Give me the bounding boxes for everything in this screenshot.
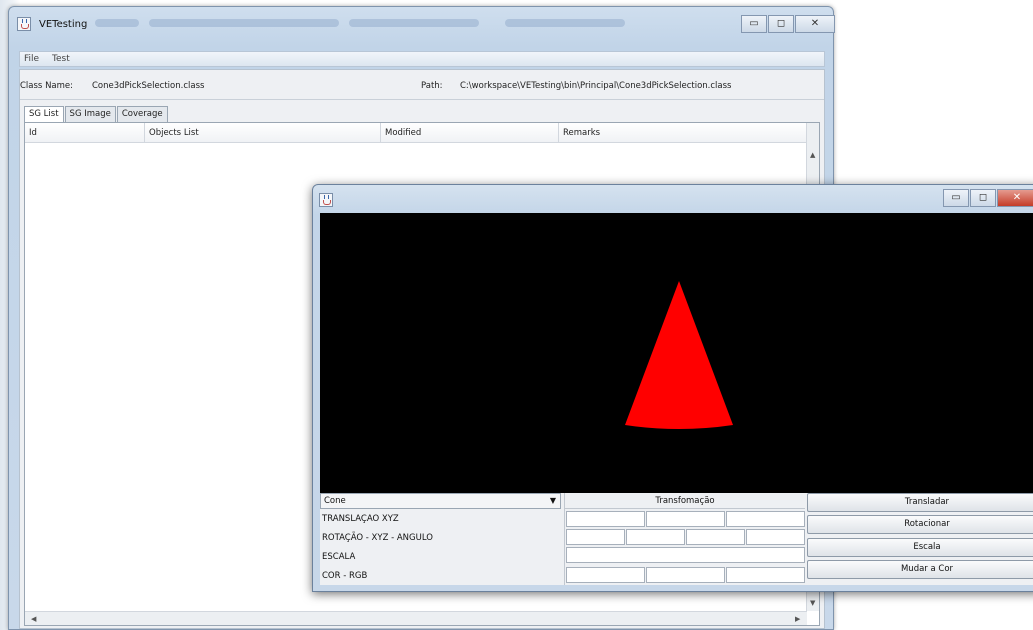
color-b-field[interactable] xyxy=(726,567,805,583)
scale-button[interactable]: Escala xyxy=(807,538,1033,557)
class-name-label: Class Name: xyxy=(20,81,74,91)
tab-coverage[interactable]: Coverage xyxy=(116,106,168,122)
horizontal-scrollbar[interactable]: ◀ ▶ xyxy=(25,611,807,625)
java3d-canvas[interactable] xyxy=(320,213,1033,493)
shape-select-value: Cone xyxy=(324,496,346,506)
tab-strip: SG List SG Image Coverage xyxy=(24,106,169,123)
main-title-bar[interactable]: VETesting ▭ ◻ ✕ xyxy=(9,7,835,43)
close-icon[interactable]: ✕ xyxy=(997,189,1033,207)
tab-sg-image[interactable]: SG Image xyxy=(64,106,116,122)
scroll-right-arrow-icon[interactable]: ▶ xyxy=(795,615,800,623)
rotation-y-field[interactable] xyxy=(626,529,685,545)
menu-test[interactable]: Test xyxy=(52,54,70,64)
rotate-button[interactable]: Rotacionar xyxy=(807,515,1033,534)
transform-header: Transfomação xyxy=(565,493,805,509)
color-g-field[interactable] xyxy=(646,567,725,583)
java-app-icon xyxy=(319,193,333,207)
change-color-button[interactable]: Mudar a Cor xyxy=(807,560,1033,579)
translation-label: TRANSLAÇAO XYZ xyxy=(322,514,399,524)
blurred-background-text xyxy=(149,19,339,27)
scale-label: ESCALA xyxy=(322,552,356,562)
shape-select[interactable]: Cone ▼ xyxy=(320,493,561,509)
minimize-icon[interactable]: ▭ xyxy=(741,15,767,33)
class-info-row: Class Name: Cone3dPickSelection.class Pa… xyxy=(20,72,824,100)
menu-file[interactable]: File xyxy=(24,54,39,64)
red-cone-shape[interactable] xyxy=(625,281,733,429)
blurred-background-text xyxy=(95,19,139,27)
translate-button[interactable]: Transladar xyxy=(807,493,1033,512)
blurred-background-text xyxy=(349,19,479,27)
cone-3d-window: ▭ ◻ ✕ Cone ▼ TRANSLAÇAO XYZ ROTAÇÃO - XY… xyxy=(312,184,1033,592)
column-header-id[interactable]: Id xyxy=(25,123,145,143)
java-app-icon xyxy=(17,17,31,31)
menu-bar: File Test xyxy=(19,51,825,67)
tab-sg-list[interactable]: SG List xyxy=(24,106,64,123)
rotation-label: ROTAÇÃO - XYZ - ANGULO xyxy=(322,533,433,543)
color-label: COR - RGB xyxy=(322,571,368,581)
translation-y-field[interactable] xyxy=(646,511,725,527)
path-label: Path: xyxy=(421,81,443,91)
path-value: C:\workspace\VETesting\bin\Principal\Con… xyxy=(460,81,732,91)
transform-controls-panel: Cone ▼ TRANSLAÇAO XYZ ROTAÇÃO - XYZ - AN… xyxy=(320,493,1033,585)
scroll-down-arrow-icon[interactable]: ▼ xyxy=(810,599,815,607)
scroll-left-arrow-icon[interactable]: ◀ xyxy=(31,615,36,623)
maximize-icon[interactable]: ◻ xyxy=(768,15,794,33)
class-name-value: Cone3dPickSelection.class xyxy=(92,81,205,91)
blurred-background-text xyxy=(505,19,625,27)
rotation-angle-field[interactable] xyxy=(746,529,805,545)
scale-field[interactable] xyxy=(566,547,805,563)
translation-z-field[interactable] xyxy=(726,511,805,527)
close-icon[interactable]: ✕ xyxy=(795,15,835,33)
color-r-field[interactable] xyxy=(566,567,645,583)
maximize-icon[interactable]: ◻ xyxy=(970,189,996,207)
minimize-icon[interactable]: ▭ xyxy=(943,189,969,207)
window-controls: ▭ ◻ ✕ xyxy=(741,15,835,33)
chevron-down-icon[interactable]: ▼ xyxy=(550,494,556,508)
rotation-z-field[interactable] xyxy=(686,529,745,545)
column-header-remarks[interactable]: Remarks xyxy=(559,123,807,143)
rotation-x-field[interactable] xyxy=(566,529,625,545)
window-controls: ▭ ◻ ✕ xyxy=(943,189,1033,207)
column-header-objects-list[interactable]: Objects List xyxy=(145,123,381,143)
table-header: Id Objects List Modified Remarks xyxy=(25,123,807,143)
translation-x-field[interactable] xyxy=(566,511,645,527)
scroll-up-arrow-icon[interactable]: ▲ xyxy=(810,151,815,159)
column-header-modified[interactable]: Modified xyxy=(381,123,559,143)
cone-render xyxy=(625,281,733,429)
window-title: VETesting xyxy=(39,19,88,30)
